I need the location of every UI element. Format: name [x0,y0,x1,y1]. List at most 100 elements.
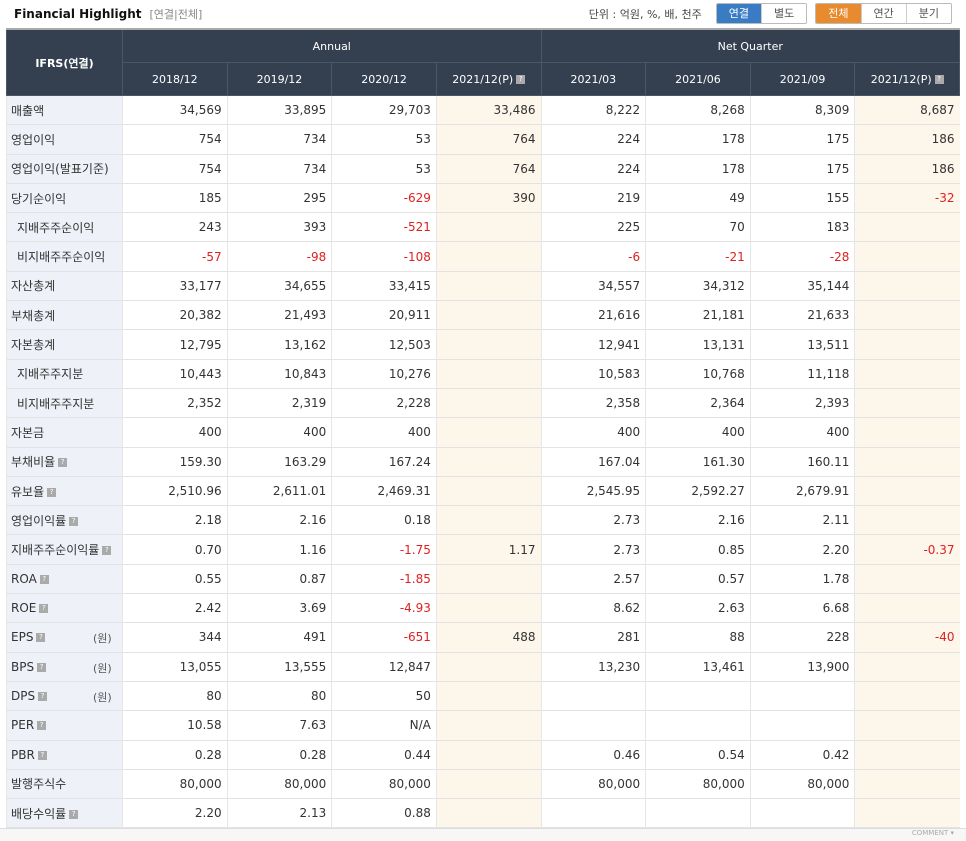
quarter-group-header: Net Quarter [540,30,960,63]
table-row: ROA? 0.55 0.87 -1.85 2.57 0.57 1.78 [6,564,960,595]
help-icon[interactable]: ? [934,75,944,84]
value-cell [540,710,646,741]
value-cell: 12,847 [331,652,437,682]
value-cell: 7.63 [226,710,332,741]
help-icon[interactable]: ? [58,458,68,468]
help-icon[interactable]: ? [516,75,526,84]
value-cell: 29,703 [331,95,437,126]
value-cell: 2.42 [122,593,228,624]
help-icon[interactable]: ? [47,487,57,497]
value-cell [435,593,541,624]
row-label: 자본총계 [6,329,123,360]
value-cell: 2,393 [749,388,855,419]
row-label-text: 비지배주주순이익 [17,250,106,265]
row-unit: (원) [93,632,112,646]
value-cell: 400 [749,417,855,448]
value-cell: 491 [226,622,332,653]
value-cell: 2,510.96 [122,476,228,507]
help-icon[interactable]: ? [102,546,112,556]
separate-button[interactable]: 별도 [761,4,807,23]
help-icon[interactable]: ? [38,692,48,702]
value-cell: 0.55 [122,564,228,595]
value-cell [854,564,960,595]
row-label: 부채총계 [6,300,123,331]
value-cell: 88 [645,622,751,653]
help-icon[interactable]: ? [37,662,47,672]
value-cell [435,681,541,712]
value-cell: -32 [854,183,960,214]
value-cell [540,681,646,712]
value-cell: 155 [749,183,855,214]
row-label: 영업이익률? [6,505,123,536]
row-label: 당기순이익 [6,183,123,214]
value-cell: 2.20 [122,798,228,829]
value-cell [854,505,960,536]
value-cell [435,388,541,419]
value-cell: 393 [226,212,332,243]
table-row: DPS? (원) 80 80 50 [6,681,960,712]
table-row: 자산총계 33,177 34,655 33,415 34,557 34,312 35,144 [6,271,960,302]
value-cell [854,212,960,243]
value-cell [645,798,751,829]
table-row: 영업이익(발표기준) 754 734 53 764 224 178 175 186 [6,154,960,184]
value-cell: 1.17 [435,534,541,565]
value-cell: 390 [435,183,541,214]
row-label-text: 배당수익률 [11,806,67,821]
quarter-button[interactable]: 분기 [905,4,951,23]
column-header-label: 2020/12 [361,72,407,86]
row-label: 영업이익 [6,124,123,155]
row-label: 유보율? [6,476,123,507]
table-row: PBR? 0.28 0.28 0.44 0.46 0.54 0.42 [6,740,960,770]
value-cell: 295 [226,183,332,214]
help-icon[interactable]: ? [37,721,47,731]
row-label-text: 지배주주순이익률 [11,543,100,558]
value-cell: 13,230 [540,652,646,682]
value-cell [435,271,541,302]
comment-toggle[interactable]: COMMENT ▾ [0,828,966,841]
value-cell: 0.54 [645,740,751,770]
row-label: PER? [6,710,123,741]
row-label: 자산총계 [6,271,123,302]
row-label-text: 유보율 [11,484,45,499]
row-label: ROA? [6,564,123,595]
help-icon[interactable]: ? [69,516,79,526]
value-cell: 175 [749,124,855,155]
all-period-button[interactable]: 전체 [816,4,861,23]
table-row: 발행주식수 80,000 80,000 80,000 80,000 80,000 80,00… [6,769,960,800]
value-cell: 2,228 [331,388,437,419]
help-icon[interactable]: ? [36,633,46,643]
value-cell: 2,319 [226,388,332,419]
unit-label: 단위 : 억원, %, 배, 천주 [588,7,702,21]
value-cell: 80,000 [331,769,437,800]
help-icon[interactable]: ? [39,574,49,584]
value-cell: 2.16 [226,505,332,536]
value-cell: 2.11 [749,505,855,536]
help-icon[interactable]: ? [69,809,79,819]
value-cell: 160.11 [749,447,855,477]
table-row: 부채비율? 159.30 163.29 167.24 167.04 161.30 160.1… [6,447,960,477]
row-label-text: 부채비율 [11,455,56,470]
table-row: 비지배주주지분 2,352 2,319 2,228 2,358 2,364 2,393 [6,388,960,419]
value-cell: 400 [645,417,751,448]
table-row: 유보율? 2,510.96 2,611.01 2,469.31 2,545.95 2,59… [6,476,960,507]
row-label: 매출액 [6,95,123,126]
consolidated-button[interactable]: 연결 [716,4,761,23]
table-row: 부채총계 20,382 21,493 20,911 21,616 21,181 21,633 [6,300,960,331]
row-label: 부채비율? [6,447,123,477]
help-icon[interactable]: ? [37,750,47,760]
row-label: PBR? [6,740,123,770]
annual-button[interactable]: 연간 [860,4,906,23]
row-label: EPS? (원) [6,622,123,653]
value-cell: 2,352 [122,388,228,419]
value-cell [749,681,855,712]
table-row: 배당수익률? 2.20 2.13 0.88 [6,798,960,829]
column-header: 2021/06 [645,62,751,96]
value-cell [854,447,960,477]
value-cell: 2.63 [645,593,751,624]
value-cell: 0.57 [645,564,751,595]
value-cell: 20,382 [122,300,228,331]
value-cell: 13,055 [122,652,228,682]
value-cell: 10,768 [645,359,751,389]
section-subtitle: [연결|전체] [149,8,203,21]
help-icon[interactable]: ? [39,604,49,614]
